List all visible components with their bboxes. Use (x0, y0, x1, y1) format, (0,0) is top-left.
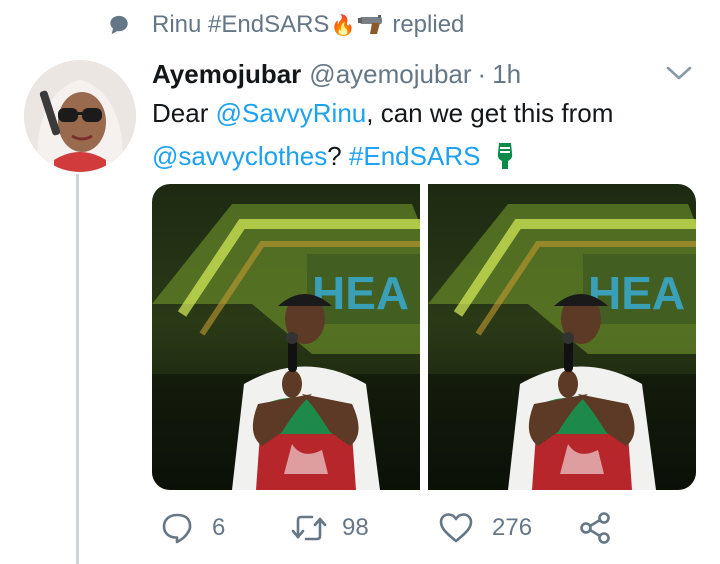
text-part: , can we get this from (366, 98, 614, 128)
media-image-1[interactable]: HEA (152, 184, 420, 490)
timestamp[interactable]: 1h (492, 59, 521, 90)
separator-dot: · (477, 58, 487, 89)
thread-line (76, 174, 79, 564)
share-icon (580, 512, 610, 544)
retweet-button[interactable]: 98 (290, 506, 369, 550)
reply-context[interactable]: Rinu #EndSARS 🔥 replied (108, 8, 464, 42)
heart-icon (439, 513, 473, 543)
svg-text:HEA: HEA (588, 267, 685, 319)
author-handle[interactable]: @ayemojubar (309, 59, 471, 90)
retweet-count: 98 (342, 514, 369, 541)
photo-speaker: HEA (152, 184, 420, 490)
pistol-icon (358, 15, 383, 34)
tweet-text: Dear @SavvyRinu, can we get this from @s… (152, 92, 692, 178)
fire-emoji: 🔥 (330, 14, 356, 37)
speech-bubble-icon (110, 15, 128, 35)
avatar[interactable] (24, 60, 136, 172)
svg-text:HEA: HEA (312, 267, 409, 319)
author-name[interactable]: Ayemojubar (152, 59, 301, 90)
chevron-down-icon[interactable] (664, 60, 694, 86)
mention-link[interactable]: @SavvyRinu (216, 98, 367, 128)
retweet-icon (291, 515, 327, 541)
text-part: ? (327, 141, 349, 171)
mention-link[interactable]: @savvyclothes (152, 141, 327, 171)
photo-speaker: HEA (428, 184, 696, 490)
share-button[interactable] (578, 506, 612, 550)
avatar-image (24, 60, 136, 172)
action-bar: 6 98 276 (152, 506, 672, 550)
tweet-header: Ayemojubar @ayemojubar · 1h (152, 56, 521, 92)
text-part: Dear (152, 98, 216, 128)
like-button[interactable]: 276 (438, 506, 532, 550)
reply-button[interactable]: 6 (160, 506, 225, 550)
reply-context-name: Rinu #EndSARS (152, 11, 330, 38)
reply-count: 6 (212, 514, 226, 541)
endsars-fist-emoji (497, 143, 512, 169)
hashtag-link[interactable]: #EndSARS (349, 141, 481, 171)
media-image-2[interactable]: HEA (428, 184, 696, 490)
like-count: 276 (492, 514, 533, 541)
reply-context-suffix: replied (392, 11, 465, 38)
reply-icon (162, 513, 192, 544)
